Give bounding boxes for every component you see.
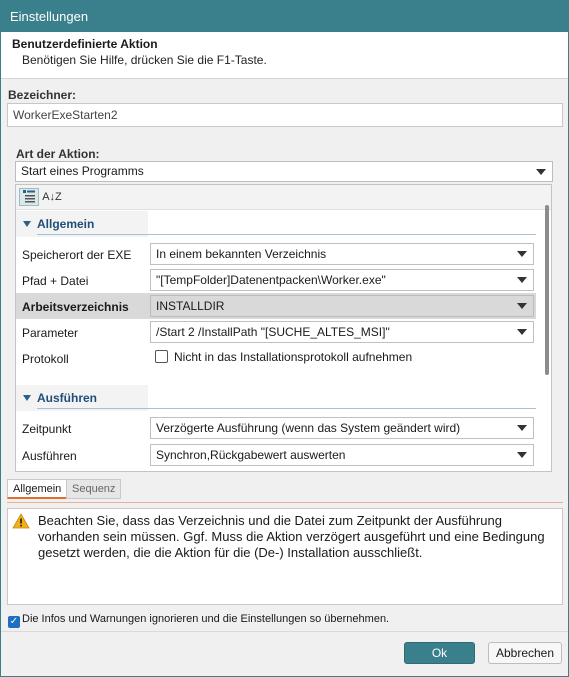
chevron-down-icon	[517, 303, 527, 309]
collapse-triangle-icon	[23, 221, 31, 227]
property-row-working-dir[interactable]: Arbeitsverzeichnis INSTALLDIR	[16, 293, 536, 319]
settings-window: Einstellungen Benutzerdefinierte Aktion …	[0, 0, 569, 677]
ok-button[interactable]: Ok	[404, 642, 475, 664]
property-value: "[TempFolder]Datenentpacken\Worker.exe"	[156, 273, 386, 287]
log-checkbox[interactable]	[155, 350, 168, 363]
header-title: Benutzerdefinierte Aktion	[12, 37, 158, 51]
property-row-timing[interactable]: Zeitpunkt Verzögerte Ausführung (wenn da…	[16, 415, 536, 441]
warning-icon	[12, 513, 30, 529]
ignore-warnings-label: Die Infos und Warnungen ignorieren und d…	[22, 613, 390, 625]
chevron-down-icon	[517, 277, 527, 283]
dialog-header: Benutzerdefinierte Aktion Benötigen Sie …	[1, 32, 568, 79]
property-value: Verzögerte Ausführung (wenn das System g…	[156, 421, 461, 435]
footer-divider	[1, 631, 568, 632]
property-name: Pfad + Datei	[22, 274, 89, 288]
log-checkbox-field[interactable]: Nicht in das Installationsprotokoll aufn…	[155, 350, 412, 364]
collapse-triangle-icon	[23, 395, 31, 401]
chevron-down-icon	[517, 251, 527, 257]
property-row-path-file[interactable]: Pfad + Datei "[TempFolder]Datenentpacken…	[16, 267, 536, 293]
property-value-select[interactable]: /Start 2 /InstallPath "[SUCHE_ALTES_MSI]…	[150, 321, 534, 343]
property-name: Protokoll	[22, 352, 69, 366]
property-value: INSTALLDIR	[156, 299, 225, 313]
identifier-input[interactable]: WorkerExeStarten2	[7, 103, 563, 127]
message-box: Beachten Sie, dass das Verzeichnis und d…	[7, 508, 563, 605]
cancel-button[interactable]: Abbrechen	[488, 642, 562, 664]
section-general[interactable]: Allgemein	[16, 211, 536, 237]
header-subtitle: Benötigen Sie Hilfe, drücken Sie die F1-…	[22, 53, 267, 67]
property-value: In einem bekannten Verzeichnis	[156, 247, 327, 261]
section-execute-title: Ausführen	[37, 391, 97, 405]
property-row-execute[interactable]: Ausführen Synchron,Rückgabewert auswerte…	[16, 442, 536, 468]
categorized-icon[interactable]	[19, 188, 39, 206]
grid-scrollbar[interactable]	[545, 205, 549, 375]
property-name: Speicherort der EXE	[22, 248, 132, 262]
property-name: Arbeitsverzeichnis	[22, 300, 129, 314]
chevron-down-icon	[536, 168, 546, 175]
chevron-down-icon	[517, 425, 527, 431]
categorized-glyph	[23, 190, 35, 203]
section-general-title: Allgemein	[37, 217, 95, 231]
property-value-select[interactable]: Synchron,Rückgabewert auswerten	[150, 444, 534, 466]
property-value-select[interactable]: "[TempFolder]Datenentpacken\Worker.exe"	[150, 269, 534, 291]
property-value: /Start 2 /InstallPath "[SUCHE_ALTES_MSI]…	[156, 325, 390, 339]
tab-sequence[interactable]: Sequenz	[66, 479, 122, 499]
window-title: Einstellungen	[1, 1, 568, 32]
sort-az-icon[interactable]: A↓Z	[42, 188, 62, 206]
ignore-warnings-field[interactable]: ✓ Die Infos und Warnungen ignorieren und …	[8, 613, 389, 628]
identifier-label: Bezeichner:	[8, 88, 77, 102]
chevron-down-icon	[517, 329, 527, 335]
tab-divider	[7, 502, 563, 503]
property-row-log[interactable]: Protokoll Nicht in das Installationsprot…	[16, 345, 536, 371]
property-name: Zeitpunkt	[22, 422, 72, 436]
property-row-exe-location[interactable]: Speicherort der EXE In einem bekannten V…	[16, 241, 536, 267]
property-row-parameter[interactable]: Parameter /Start 2 /InstallPath "[SUCHE_…	[16, 319, 536, 345]
section-divider	[37, 408, 536, 409]
log-checkbox-label: Nicht in das Installationsprotokoll aufn…	[174, 350, 413, 364]
action-type-label: Art der Aktion:	[16, 147, 100, 161]
tab-general[interactable]: Allgemein	[7, 479, 68, 499]
property-value-select[interactable]: Verzögerte Ausführung (wenn das System g…	[150, 417, 534, 439]
property-name: Ausführen	[22, 449, 77, 463]
message-text: Beachten Sie, dass das Verzeichnis und d…	[38, 513, 545, 560]
chevron-down-icon	[517, 452, 527, 458]
section-divider	[37, 234, 536, 235]
action-type-select[interactable]: Start eines Programms	[15, 161, 553, 182]
action-type-value: Start eines Programms	[21, 164, 144, 178]
property-value-select[interactable]: In einem bekannten Verzeichnis	[150, 243, 534, 265]
section-execute[interactable]: Ausführen	[16, 385, 536, 411]
property-name: Parameter	[22, 326, 79, 340]
property-grid-toolbar: A↓Z	[16, 185, 551, 210]
ignore-warnings-checkbox[interactable]: ✓	[8, 616, 20, 628]
property-grid: A↓Z Allgemein Speicherort der EXE In ein…	[15, 184, 552, 472]
property-value-select[interactable]: INSTALLDIR	[150, 295, 534, 317]
property-value: Synchron,Rückgabewert auswerten	[156, 448, 346, 462]
